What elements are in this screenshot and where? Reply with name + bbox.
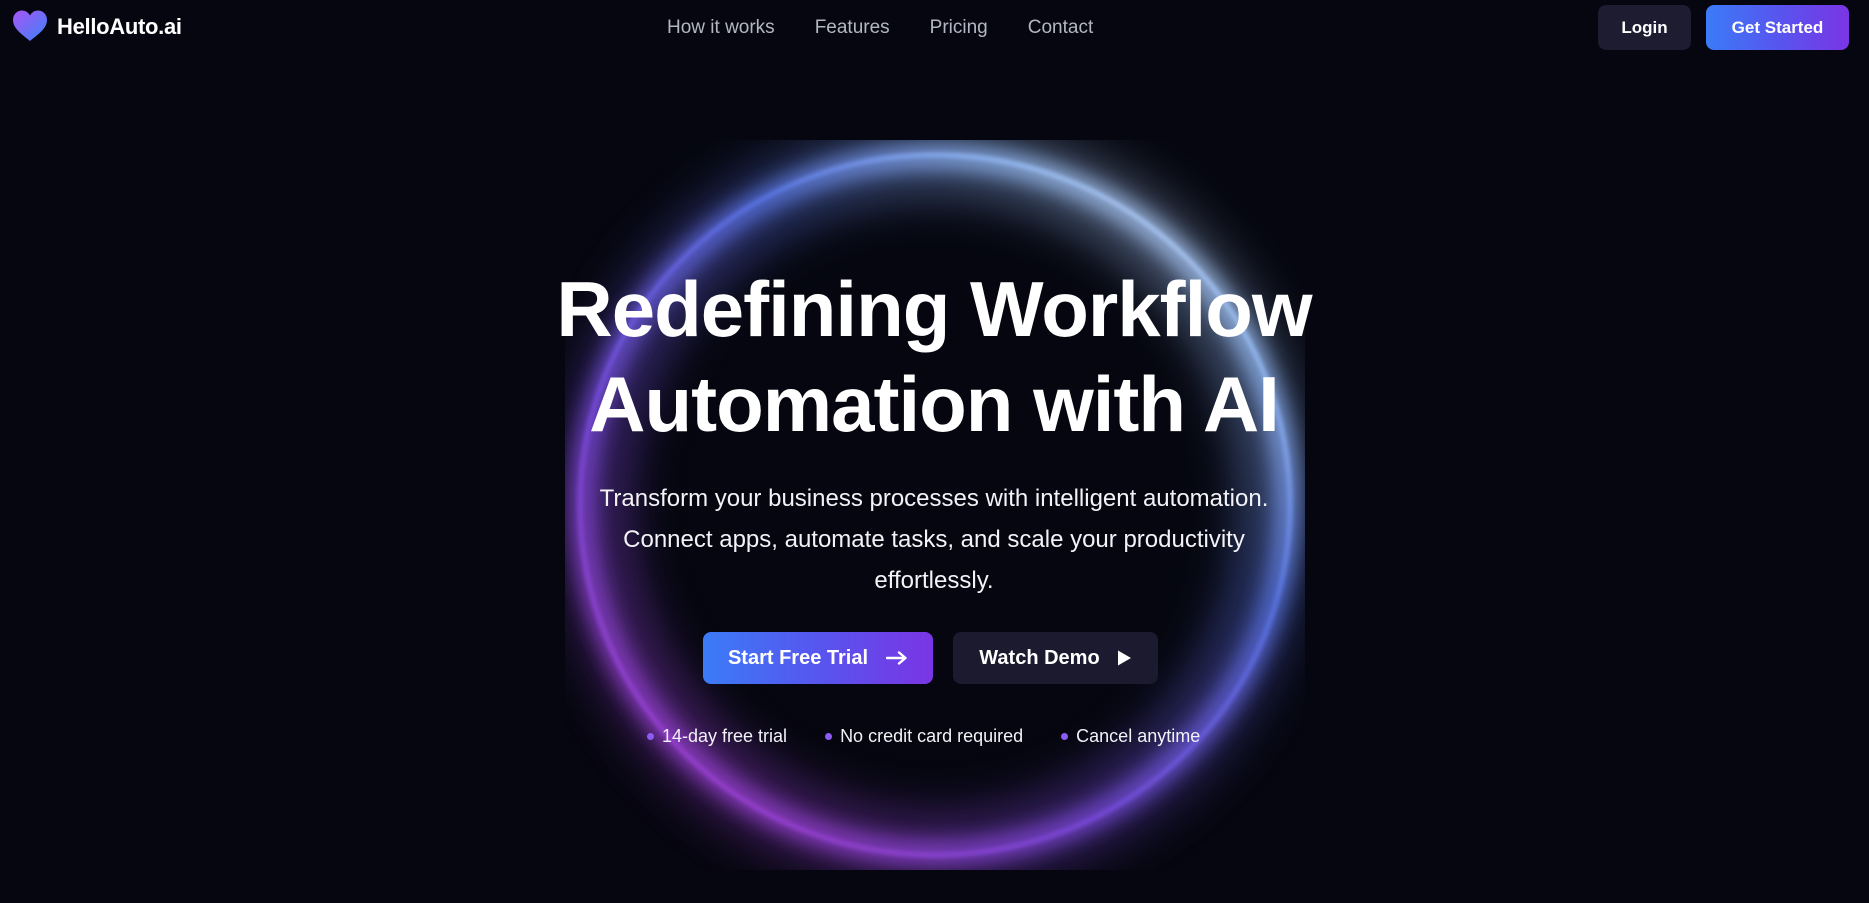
heart-icon [11,8,49,46]
main-nav: How it works Features Pricing Contact [667,14,1093,42]
perk-label: No credit card required [840,726,1024,746]
headline-line-1: Redefining Workflow [556,265,1312,353]
nav-item-contact[interactable]: Contact [1028,14,1093,42]
watch-demo-button[interactable]: Watch Demo [953,632,1158,684]
get-started-button[interactable]: Get Started [1706,5,1849,50]
bullet-dot-icon [825,733,833,740]
hero-subtitle: Transform your business processes with i… [534,478,1334,601]
perk-item: Cancel anytime [1061,726,1200,747]
login-button[interactable]: Login [1598,5,1691,50]
perk-item: No credit card required [825,726,1023,747]
perk-item: 14-day free trial [647,726,787,747]
nav-item-features[interactable]: Features [815,14,890,42]
play-icon [1116,649,1132,667]
watch-demo-label: Watch Demo [979,646,1100,669]
bullet-dot-icon [1061,733,1069,740]
landing-page: HelloAuto.ai How it works Features Prici… [0,0,1869,903]
headline-line-2: Automation with AI [589,360,1280,448]
subtitle-line-3: effortlessly. [874,567,994,594]
start-free-trial-label: Start Free Trial [727,646,869,669]
brand-name: HelloAuto.ai [57,14,182,39]
perk-label: Cancel anytime [1076,726,1201,746]
top-navbar: HelloAuto.ai How it works Features Prici… [0,0,1869,56]
bullet-dot-icon [647,733,654,740]
subtitle-line-1: Transform your business processes with i… [599,485,1269,512]
brand-logo[interactable]: HelloAuto.ai [11,8,182,46]
subtitle-line-2: Connect apps, automate tasks, and scale … [623,526,1245,553]
perk-label: 14-day free trial [662,726,788,746]
arrow-right-icon [886,651,908,665]
cta-group: Start Free Trial Watch Demo [703,632,1158,684]
start-free-trial-button[interactable]: Start Free Trial [703,632,933,684]
hero-headline: Redefining Workflow Automation with AI [434,262,1434,452]
nav-item-pricing[interactable]: Pricing [930,14,988,42]
perks-list: 14-day free trial No credit card require… [647,726,1200,747]
nav-item-how-it-works[interactable]: How it works [667,14,775,42]
